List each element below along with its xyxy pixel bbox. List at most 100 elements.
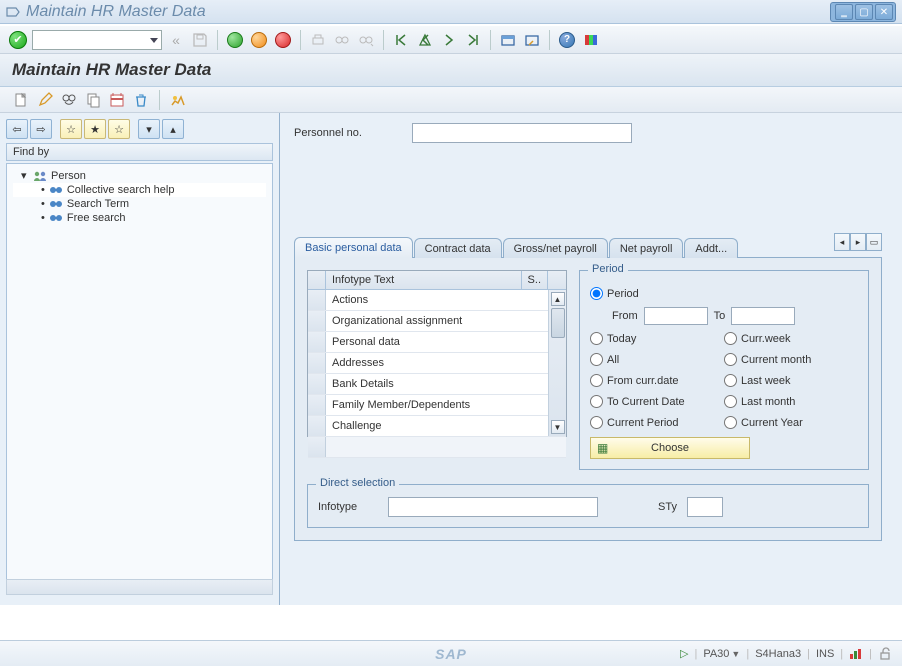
back-button[interactable] — [225, 30, 245, 50]
tree-node-collective-search[interactable]: • Collective search help — [13, 183, 266, 197]
radio-curr-week[interactable]: Curr.week — [724, 328, 858, 349]
status-mode[interactable]: INS — [816, 648, 834, 660]
print-button[interactable] — [308, 30, 328, 50]
find-button[interactable] — [332, 30, 352, 50]
delete-button[interactable] — [132, 91, 150, 109]
left-hscrollbar[interactable] — [6, 579, 273, 595]
period-from-input[interactable] — [644, 307, 708, 325]
radio-all[interactable]: All — [590, 349, 724, 370]
row-header[interactable] — [308, 311, 326, 331]
nav-forward-button[interactable]: ⇨ — [30, 119, 52, 139]
tree-node-search-term[interactable]: • Search Term — [13, 197, 266, 211]
radio-curr-period[interactable]: Current Period — [590, 412, 724, 433]
tab-net-payroll[interactable]: Net payroll — [609, 238, 684, 258]
fav-icon[interactable]: ★ — [84, 119, 106, 139]
statusbar: SAP ▷ | PA30▼ | S4Hana3 | INS | | — [0, 640, 902, 666]
expand-all-button[interactable]: ▾ — [138, 119, 160, 139]
table-row[interactable]: Organizational assignment — [308, 311, 566, 332]
table-vscrollbar[interactable]: ▲ ▼ — [548, 290, 566, 436]
collapse-all-button[interactable]: ▴ — [162, 119, 184, 139]
table-row[interactable]: Family Member/Dependents — [308, 395, 566, 416]
status-tcode[interactable]: PA30▼ — [703, 648, 740, 660]
status-activity-icon[interactable] — [849, 648, 863, 660]
shortcut-button[interactable] — [522, 30, 542, 50]
window-menu-icon[interactable] — [6, 5, 20, 19]
create-button[interactable] — [12, 91, 30, 109]
delimit-button[interactable] — [108, 91, 126, 109]
radio-last-week[interactable]: Last week — [724, 370, 858, 391]
row-header[interactable] — [308, 290, 326, 310]
table-row[interactable]: Addresses — [308, 353, 566, 374]
command-field[interactable] — [32, 30, 162, 50]
col-status[interactable]: S.. — [522, 271, 548, 289]
table-row[interactable]: Personal data — [308, 332, 566, 353]
tab-basic-personal[interactable]: Basic personal data — [294, 237, 413, 258]
radio-today[interactable]: Today — [590, 328, 724, 349]
prev-page-button[interactable] — [415, 30, 435, 50]
tree-node-free-search[interactable]: • Free search — [13, 211, 266, 225]
table-row[interactable]: Bank Details — [308, 374, 566, 395]
row-header[interactable] — [308, 353, 326, 373]
change-button[interactable] — [36, 91, 54, 109]
tab-list-button[interactable]: ▭ — [866, 233, 882, 251]
tree-node-person[interactable]: ▾ Person — [13, 168, 266, 183]
radio-from-curr[interactable]: From curr.date — [590, 370, 724, 391]
period-to-input[interactable] — [731, 307, 795, 325]
row-header[interactable] — [308, 395, 326, 415]
exit-button[interactable] — [249, 30, 269, 50]
minimize-button[interactable]: ‗ — [835, 4, 853, 20]
help-button[interactable]: ? — [557, 30, 577, 50]
new-session-button[interactable] — [498, 30, 518, 50]
personnel-no-input[interactable] — [412, 123, 632, 143]
scroll-thumb[interactable] — [551, 308, 565, 338]
scroll-down-icon[interactable]: ▼ — [551, 420, 565, 434]
row-header[interactable] — [308, 374, 326, 394]
fav-del-icon[interactable]: ☆ — [108, 119, 130, 139]
toolbar-chevron-left-icon[interactable]: « — [166, 30, 186, 50]
nav-back-button[interactable]: ⇦ — [6, 119, 28, 139]
save-button[interactable] — [190, 30, 210, 50]
sty-input[interactable] — [687, 497, 723, 517]
radio-period-input[interactable] — [590, 287, 603, 300]
radio-curr-year[interactable]: Current Year — [724, 412, 858, 433]
last-page-button[interactable] — [463, 30, 483, 50]
copy-button[interactable] — [84, 91, 102, 109]
radio-to-curr[interactable]: To Current Date — [590, 391, 724, 412]
table-row[interactable]: Actions — [308, 290, 566, 311]
display-button[interactable] — [60, 91, 78, 109]
tree-caret-icon[interactable]: ▾ — [21, 169, 31, 182]
cancel-button[interactable] — [273, 30, 293, 50]
status-lock-icon[interactable] — [878, 647, 892, 661]
close-button[interactable]: ✕ — [875, 4, 893, 20]
infotype-input[interactable] — [388, 497, 598, 517]
choose-button[interactable]: ▦ Choose — [590, 437, 750, 459]
status-system[interactable]: S4Hana3 — [755, 648, 801, 660]
tab-gross-net[interactable]: Gross/net payroll — [503, 238, 608, 258]
radio-last-month[interactable]: Last month — [724, 391, 858, 412]
tab-header: Basic personal data Contract data Gross/… — [294, 233, 882, 257]
overview-button[interactable] — [169, 91, 187, 109]
radio-curr-month[interactable]: Current month — [724, 349, 858, 370]
tab-scroll-right[interactable]: ▸ — [850, 233, 866, 251]
maximize-button[interactable]: ▢ — [855, 4, 873, 20]
layout-button[interactable] — [581, 30, 601, 50]
find-next-button[interactable] — [356, 30, 376, 50]
status-arrow-icon[interactable]: ▷ — [680, 647, 688, 660]
choose-icon: ▦ — [597, 441, 608, 455]
window-controls: ‗ ▢ ✕ — [830, 2, 896, 22]
tab-scroll-controls: ◂ ▸ ▭ — [834, 233, 882, 251]
col-infotype-text[interactable]: Infotype Text — [326, 271, 522, 289]
table-row[interactable]: Challenge — [308, 416, 566, 437]
radio-period[interactable]: Period — [590, 283, 858, 304]
next-page-button[interactable] — [439, 30, 459, 50]
scroll-up-icon[interactable]: ▲ — [551, 292, 565, 306]
tab-additional[interactable]: Addt... — [684, 238, 738, 258]
tab-contract-data[interactable]: Contract data — [414, 238, 502, 258]
row-text: Actions — [326, 294, 522, 306]
fav-add-icon[interactable]: ☆ — [60, 119, 82, 139]
enter-button[interactable]: ✔ — [8, 30, 28, 50]
tab-scroll-left[interactable]: ◂ — [834, 233, 850, 251]
row-header[interactable] — [308, 416, 326, 436]
first-page-button[interactable] — [391, 30, 411, 50]
row-header[interactable] — [308, 332, 326, 352]
